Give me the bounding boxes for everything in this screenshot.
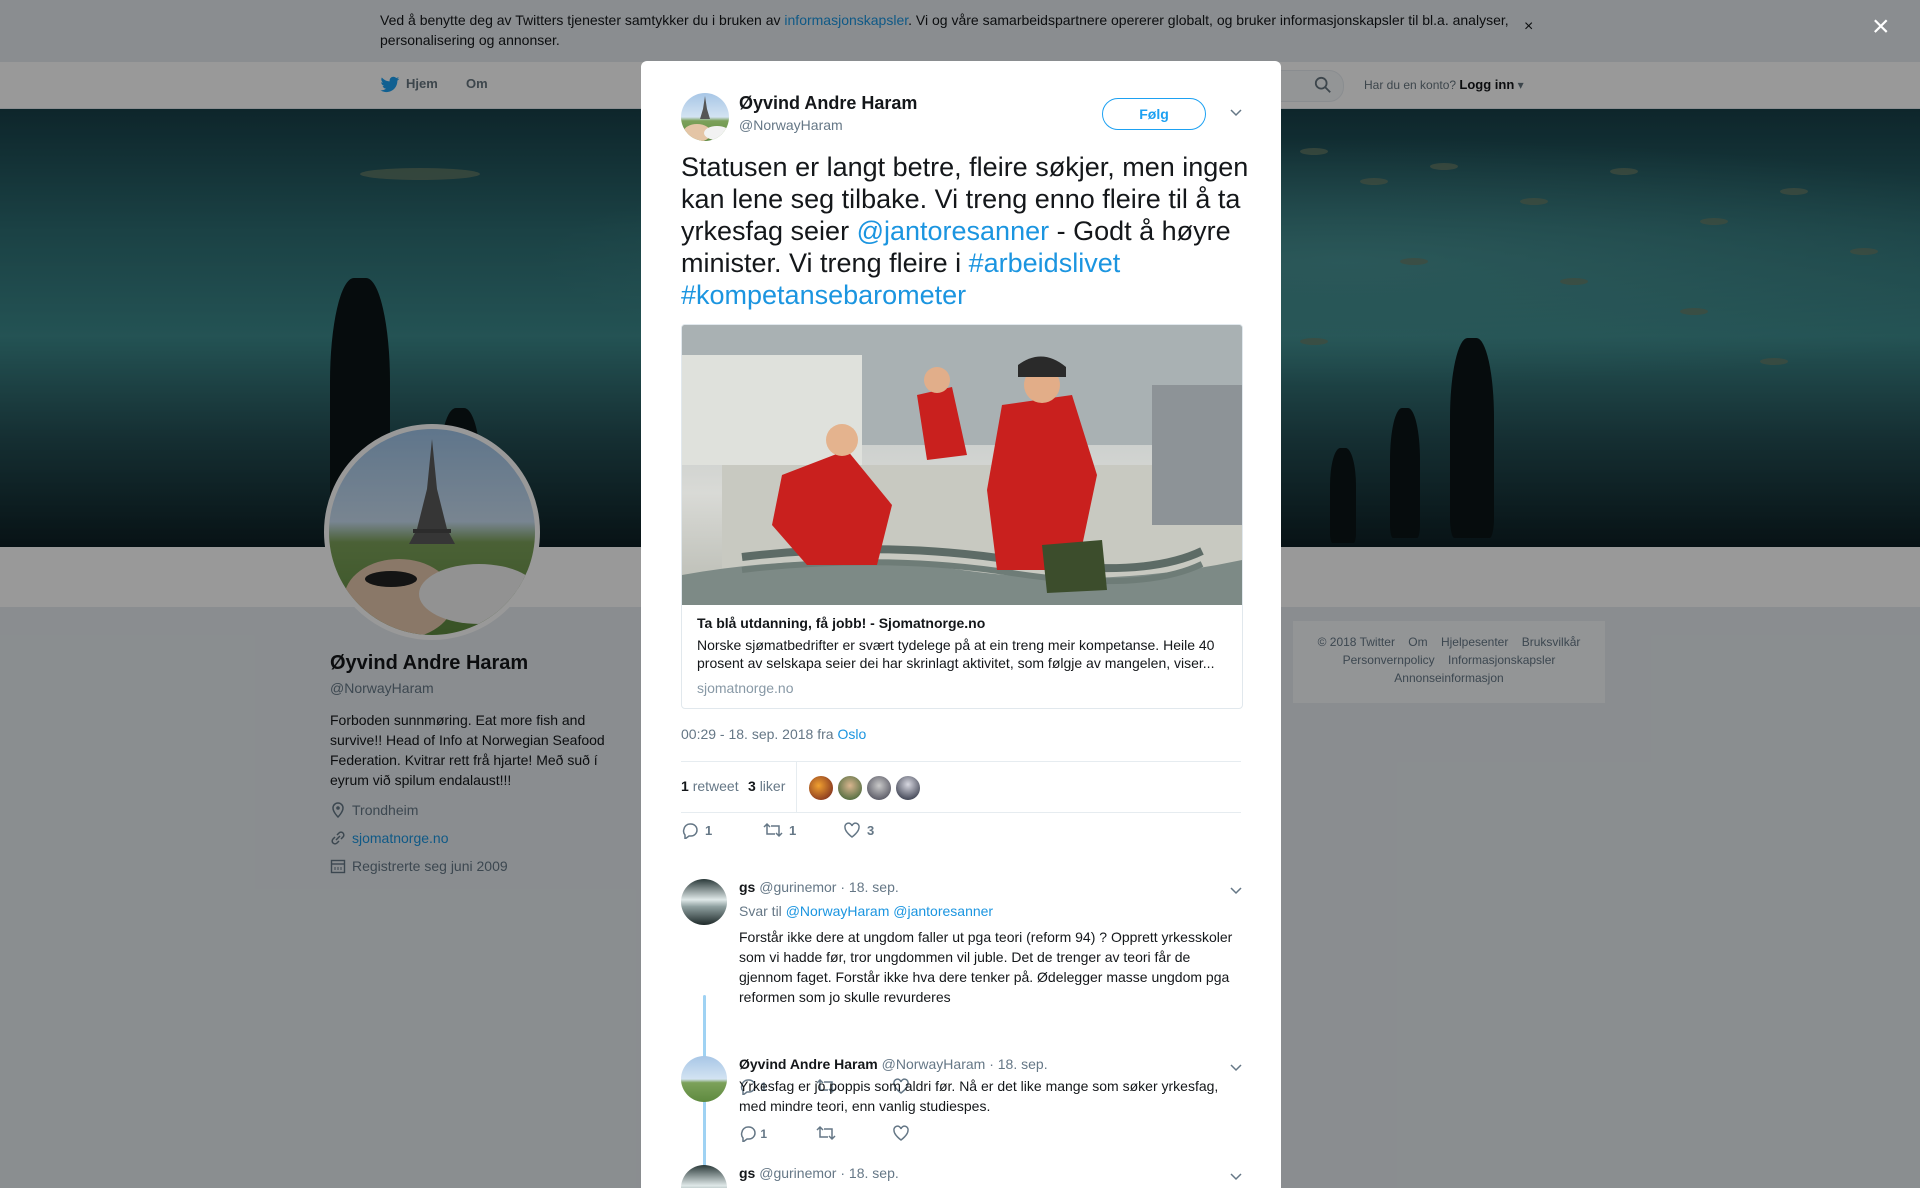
card-title[interactable]: Ta blå utdanning, få jobb! - Sjomatnorge… bbox=[697, 615, 985, 631]
reply-to-mention[interactable]: @NorwayHaram bbox=[786, 903, 890, 919]
reply-button[interactable]: 1 bbox=[739, 1126, 768, 1144]
retweet-icon bbox=[763, 822, 783, 838]
close-icon[interactable]: × bbox=[1872, 10, 1890, 44]
reply-actions: 1 bbox=[739, 1124, 910, 1144]
reply-count: 1 bbox=[705, 823, 713, 838]
reply-author-name[interactable]: gs bbox=[739, 1165, 755, 1181]
reply-author-handle[interactable]: @NorwayHaram bbox=[882, 1056, 986, 1072]
reply-author-name[interactable]: gs bbox=[739, 879, 755, 895]
reply-date[interactable]: · 18. sep. bbox=[989, 1056, 1047, 1072]
like-count: 3 bbox=[867, 823, 875, 838]
retweet-button[interactable] bbox=[816, 1125, 836, 1141]
retweet-count: 1 bbox=[789, 823, 797, 838]
liker-avatar[interactable] bbox=[866, 775, 892, 801]
chevron-down-icon[interactable] bbox=[1229, 105, 1243, 119]
reply-date[interactable]: · 18. sep. bbox=[840, 879, 898, 895]
reply-avatar[interactable] bbox=[681, 1165, 727, 1188]
reply-author-handle[interactable]: @gurinemor bbox=[759, 1165, 836, 1181]
link-preview-card[interactable]: Ta blå utdanning, få jobb! - Sjomatnorge… bbox=[681, 324, 1243, 709]
liker-avatar[interactable] bbox=[808, 775, 834, 801]
card-description: Norske sjømatbedrifter er svært tydelege… bbox=[697, 637, 1215, 671]
liker-avatar[interactable] bbox=[895, 775, 921, 801]
author-avatar[interactable] bbox=[681, 93, 729, 141]
reply-to-label: Svar til bbox=[739, 903, 782, 919]
likes-stat[interactable]: 3 liker bbox=[748, 778, 785, 794]
reply-tweet[interactable]: gs @gurinemor · 18. sep. Svar til @Norwa… bbox=[681, 879, 1243, 1115]
reply-tweet[interactable]: Øyvind Andre Haram @NorwayHaram · 18. se… bbox=[681, 1056, 1243, 1176]
reply-to-mention[interactable]: @jantoresanner bbox=[893, 903, 993, 919]
likes-stat-label: liker bbox=[759, 778, 786, 794]
chevron-down-icon[interactable] bbox=[1229, 883, 1243, 897]
like-button[interactable]: 3 bbox=[843, 821, 874, 839]
reply-avatar[interactable] bbox=[681, 879, 727, 925]
retweet-stat-count: 1 bbox=[681, 778, 689, 794]
tweet-mention-link[interactable]: @jantoresanner bbox=[857, 216, 1050, 246]
tweet-modal: Øyvind Andre Haram @NorwayHaram Følg Sta… bbox=[641, 61, 1281, 1188]
reply-text: Yrkesfag er jo poppis som aldri før. Nå … bbox=[739, 1078, 1219, 1114]
reply-button[interactable]: 1 bbox=[681, 821, 713, 841]
heart-icon bbox=[892, 1125, 909, 1141]
reply-header: Øyvind Andre Haram @NorwayHaram · 18. se… bbox=[739, 1056, 1048, 1072]
retweet-button[interactable]: 1 bbox=[763, 821, 796, 839]
tweet-text: Statusen er langt betre, fleire søkjer, … bbox=[681, 151, 1251, 311]
retweet-stat-label: retweet bbox=[692, 778, 739, 794]
retweet-icon bbox=[816, 1125, 836, 1141]
chevron-down-icon[interactable] bbox=[1229, 1060, 1243, 1074]
author-avatar-image bbox=[683, 96, 729, 141]
chevron-down-icon[interactable] bbox=[1229, 1169, 1243, 1183]
hashtag-link[interactable]: #kompetansebarometer bbox=[681, 280, 966, 310]
tweet-stats: 1 retweet 3 liker bbox=[681, 761, 1241, 813]
reply-to-line: Svar til @NorwayHaram @jantoresanner bbox=[739, 903, 993, 919]
card-domain: sjomatnorge.no bbox=[697, 680, 794, 696]
stats-divider bbox=[796, 762, 797, 812]
tweet-time-text[interactable]: 00:29 - 18. sep. 2018 fra bbox=[681, 726, 837, 742]
retweet-stat[interactable]: 1 retweet bbox=[681, 778, 739, 794]
tweet-actions: 1 1 3 bbox=[681, 813, 1241, 853]
reply-icon bbox=[740, 1126, 756, 1144]
reply-count: 1 bbox=[760, 1127, 768, 1141]
reply-date[interactable]: · 18. sep. bbox=[840, 1165, 898, 1181]
heart-icon bbox=[844, 822, 860, 838]
reply-author-name[interactable]: Øyvind Andre Haram bbox=[739, 1056, 878, 1072]
reply-header: gs @gurinemor · 18. sep. bbox=[739, 1165, 899, 1181]
author-name[interactable]: Øyvind Andre Haram bbox=[739, 93, 917, 114]
like-button[interactable] bbox=[892, 1125, 910, 1141]
liker-avatar[interactable] bbox=[837, 775, 863, 801]
follow-button[interactable]: Følg bbox=[1102, 98, 1206, 130]
reply-icon bbox=[682, 823, 698, 841]
reply-tweet[interactable]: gs @gurinemor · 18. sep. bbox=[681, 1165, 1243, 1188]
card-photo bbox=[682, 325, 1242, 605]
card-image[interactable] bbox=[682, 325, 1242, 605]
tweet-place-link[interactable]: Oslo bbox=[837, 726, 866, 742]
reply-text: Forstår ikke dere at ungdom faller ut pg… bbox=[739, 929, 1233, 1005]
hashtag-link[interactable]: #arbeidslivet bbox=[969, 248, 1121, 278]
reply-author-handle[interactable]: @gurinemor bbox=[759, 879, 836, 895]
author-handle[interactable]: @NorwayHaram bbox=[739, 117, 843, 133]
reply-header: gs @gurinemor · 18. sep. bbox=[739, 879, 899, 895]
tweet-timestamp: 00:29 - 18. sep. 2018 fra Oslo bbox=[681, 726, 866, 742]
likes-stat-count: 3 bbox=[748, 778, 756, 794]
reply-avatar[interactable] bbox=[681, 1056, 727, 1102]
